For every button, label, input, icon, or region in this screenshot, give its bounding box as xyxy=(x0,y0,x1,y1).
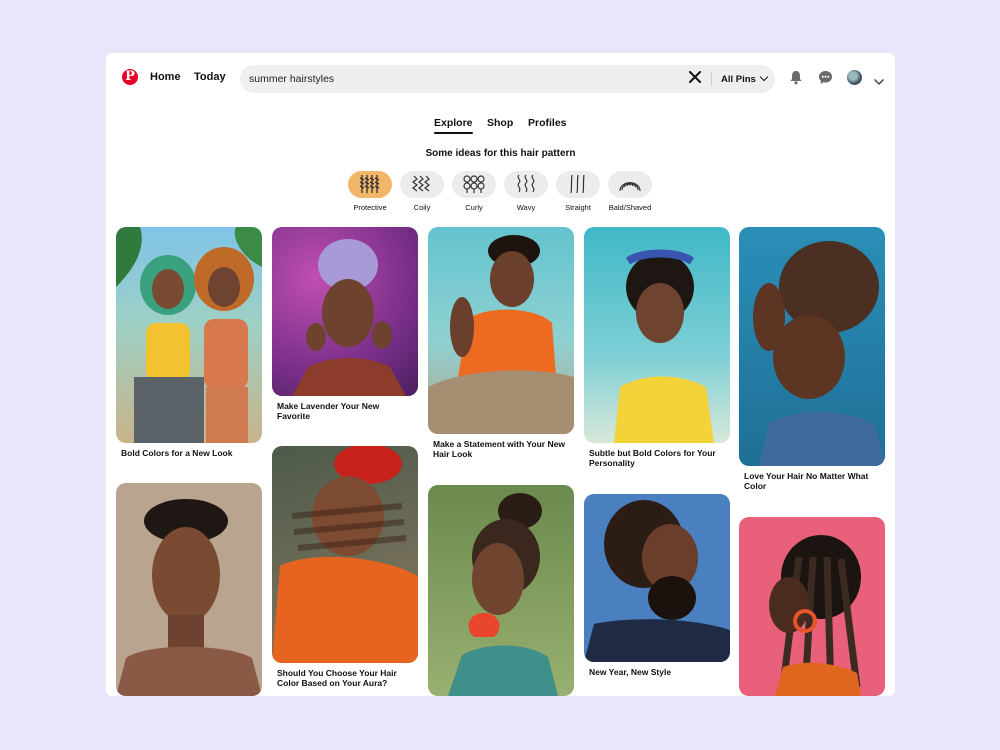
chip-label: Protective xyxy=(353,203,387,212)
wavy-pattern-icon xyxy=(504,171,548,198)
pin-image[interactable] xyxy=(116,483,262,696)
ideas-title: Some ideas for this hair pattern xyxy=(425,148,576,159)
straight-pattern-icon xyxy=(556,171,600,198)
pin-photo xyxy=(769,535,861,696)
pin-card[interactable]: Love Your Hair No Matter What Color xyxy=(739,227,885,491)
pin-photo xyxy=(428,235,574,434)
pin-image[interactable] xyxy=(116,227,262,443)
tab-shop[interactable]: Shop xyxy=(487,117,513,129)
pin-card[interactable]: Make a Statement with Your New Hair Look xyxy=(428,227,574,459)
pin-title: Make Lavender Your New Favorite xyxy=(277,401,380,421)
chip-label: Straight xyxy=(565,203,591,212)
pin-title: Should You Choose Your Hair Color Based … xyxy=(277,668,397,688)
tab-profiles[interactable]: Profiles xyxy=(528,117,567,129)
all-pins-label: All Pins xyxy=(721,74,756,85)
bell-icon[interactable] xyxy=(789,70,803,90)
pin-image[interactable] xyxy=(428,485,574,696)
pin-card[interactable]: Make Lavender Your New Favorite xyxy=(272,227,418,421)
pin-photo xyxy=(448,493,558,696)
pin-image[interactable] xyxy=(428,227,574,434)
pin-card[interactable] xyxy=(739,517,885,696)
curly-pattern-icon xyxy=(452,171,496,198)
chip-bald-shaved[interactable]: Bald/Shaved xyxy=(607,171,653,212)
account-chevron-down-icon[interactable] xyxy=(874,73,884,91)
pin-card[interactable]: Bold Colors for a New Look xyxy=(116,227,262,458)
pin-photo xyxy=(584,500,730,662)
pin-photo xyxy=(614,249,714,443)
pin-image[interactable] xyxy=(584,494,730,662)
nav-home[interactable]: Home xyxy=(150,71,181,83)
pin-card[interactable] xyxy=(428,485,574,696)
pin-image[interactable] xyxy=(739,227,885,466)
search-divider xyxy=(711,72,712,86)
all-pins-dropdown[interactable]: All Pins xyxy=(721,72,769,85)
pinterest-logo[interactable]: P xyxy=(122,69,138,85)
coily-pattern-icon xyxy=(400,171,444,198)
pin-title: Love Your Hair No Matter What Color xyxy=(744,471,869,491)
pin-card[interactable]: Subtle but Bold Colors for Your Personal… xyxy=(584,227,730,468)
chip-curly[interactable]: Curly xyxy=(451,171,497,212)
pin-image[interactable] xyxy=(272,446,418,663)
chip-straight[interactable]: Straight xyxy=(555,171,601,212)
bald-shaved-pattern-icon xyxy=(608,171,652,198)
pin-title: Subtle but Bold Colors for Your Personal… xyxy=(589,448,716,468)
pin-title: Make a Statement with Your New Hair Look xyxy=(433,439,565,459)
chevron-down-icon xyxy=(759,72,769,82)
pinterest-window: P Home Today summer hairstyles All Pins … xyxy=(106,53,895,696)
chip-label: Bald/Shaved xyxy=(608,203,652,212)
pin-photo xyxy=(116,227,262,443)
chip-coily[interactable]: Coily xyxy=(399,171,445,212)
pin-image[interactable] xyxy=(739,517,885,696)
pin-photo xyxy=(116,499,262,696)
search-input[interactable]: summer hairstyles xyxy=(249,73,334,85)
pin-card[interactable]: Should You Choose Your Hair Color Based … xyxy=(272,446,418,688)
tab-explore[interactable]: Explore xyxy=(434,117,473,134)
chip-label: Curly xyxy=(465,203,483,212)
chip-label: Wavy xyxy=(516,203,536,212)
pin-title: New Year, New Style xyxy=(589,667,672,677)
chat-icon[interactable] xyxy=(818,70,833,90)
pin-image[interactable] xyxy=(272,227,418,396)
search-bar[interactable]: summer hairstyles All Pins xyxy=(240,65,775,93)
nav-today[interactable]: Today xyxy=(194,71,226,83)
pin-card[interactable]: New Year, New Style xyxy=(584,494,730,677)
avatar[interactable] xyxy=(847,70,862,85)
chip-protective[interactable]: Protective xyxy=(347,171,393,212)
pin-image[interactable] xyxy=(584,227,730,443)
pin-title: Bold Colors for a New Look xyxy=(121,448,233,458)
pin-card[interactable] xyxy=(116,483,262,696)
pin-photo xyxy=(292,239,406,396)
pin-photo xyxy=(753,241,885,466)
protective-pattern-icon xyxy=(348,171,392,198)
pin-photo xyxy=(272,446,418,663)
chip-wavy[interactable]: Wavy xyxy=(503,171,549,212)
close-icon[interactable] xyxy=(689,70,701,87)
chip-label: Coily xyxy=(413,203,431,212)
